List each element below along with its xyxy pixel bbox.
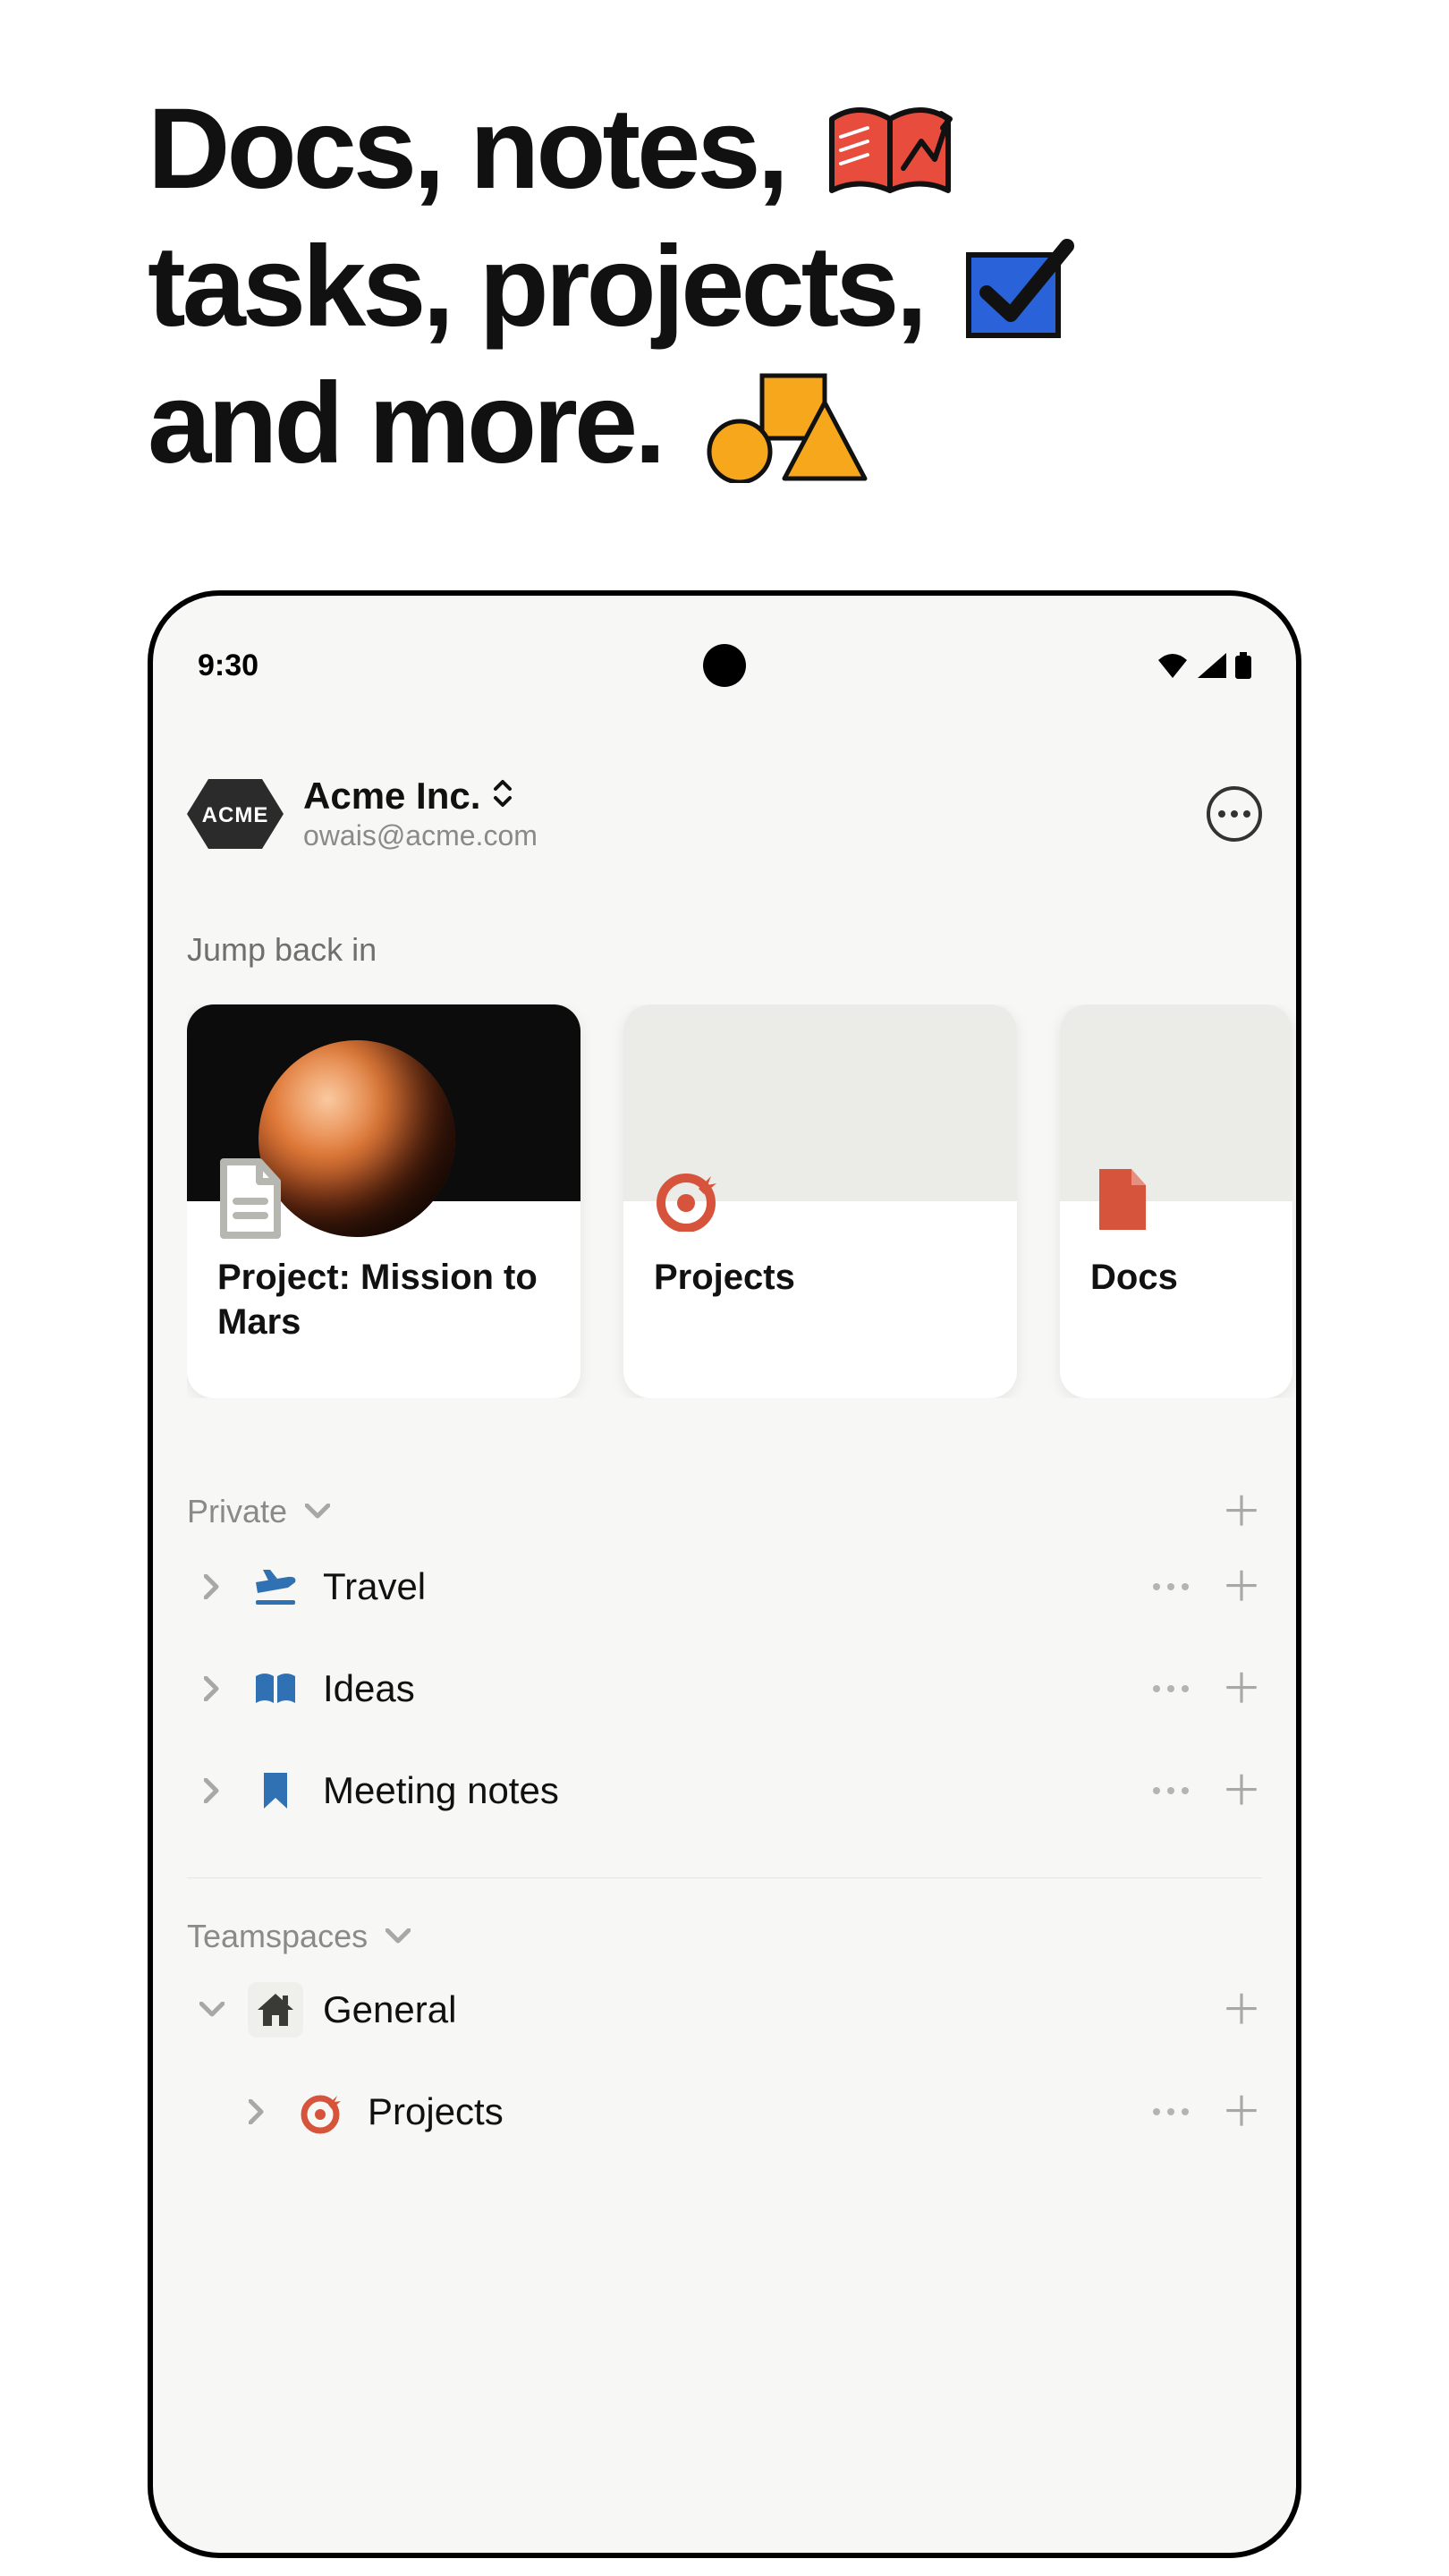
jump-back-in-cards: Project: Mission to Mars Projects — [187, 1004, 1296, 1398]
card-title: Docs — [1090, 1255, 1262, 1300]
chevron-down-icon — [301, 1496, 334, 1528]
section-divider — [187, 1877, 1262, 1878]
tree-item-label: General — [323, 1988, 456, 2031]
item-add-button[interactable]: ＋ — [1221, 1770, 1262, 1811]
home-icon — [248, 1982, 303, 2038]
target-icon — [650, 1164, 722, 1235]
jump-back-in-label: Jump back in — [187, 931, 1262, 969]
up-down-chevron-icon — [491, 775, 514, 818]
teamspaces-label: Teamspaces — [187, 1918, 368, 1955]
private-section-toggle[interactable]: Private — [187, 1493, 334, 1530]
workspace-header: ACME Acme Inc. owais@acme.com — [187, 775, 1262, 852]
workspace-name: Acme Inc. — [303, 775, 480, 818]
card-title: Projects — [654, 1255, 987, 1300]
shapes-icon — [691, 367, 869, 483]
chevron-right-icon[interactable] — [196, 1775, 228, 1807]
status-time: 9:30 — [198, 648, 258, 683]
item-more-button[interactable] — [1153, 1583, 1189, 1590]
workspace-email: owais@acme.com — [303, 819, 538, 852]
chevron-right-icon[interactable] — [241, 2096, 273, 2128]
more-menu-button[interactable] — [1207, 786, 1262, 842]
page-icon — [214, 1164, 285, 1235]
workspace-switcher[interactable]: Acme Inc. — [303, 775, 538, 818]
open-book-icon — [814, 92, 966, 208]
tree-item-label: Projects — [368, 2090, 504, 2133]
target-icon — [292, 2084, 348, 2140]
bookmark-icon — [248, 1763, 303, 1818]
tree-item-projects[interactable]: Projects ＋ — [187, 2061, 1262, 2163]
item-add-button[interactable]: ＋ — [1221, 1668, 1262, 1709]
jump-card-docs[interactable]: Docs — [1060, 1004, 1292, 1398]
document-icon — [1087, 1164, 1158, 1235]
item-more-button[interactable] — [1153, 1685, 1189, 1692]
item-add-button[interactable]: ＋ — [1221, 1989, 1262, 2030]
wifi-icon — [1157, 653, 1189, 678]
teamspaces-section-toggle[interactable]: Teamspaces — [187, 1918, 414, 1955]
add-private-page-button[interactable]: ＋ — [1221, 1491, 1262, 1532]
headline-text-3: and more. — [148, 360, 663, 487]
chevron-right-icon[interactable] — [196, 1571, 228, 1603]
card-title: Project: Mission to Mars — [217, 1255, 550, 1344]
item-more-button[interactable] — [1153, 1787, 1189, 1794]
cellular-icon — [1198, 653, 1226, 678]
chevron-down-icon[interactable] — [196, 1994, 228, 2026]
chevron-down-icon — [382, 1920, 414, 1953]
item-add-button[interactable]: ＋ — [1221, 1566, 1262, 1607]
jump-card-mission-to-mars[interactable]: Project: Mission to Mars — [187, 1004, 580, 1398]
headline-text-1: Docs, notes, — [148, 85, 785, 213]
chevron-right-icon[interactable] — [196, 1673, 228, 1705]
private-section: Private ＋ — [187, 1487, 1262, 2163]
tree-item-general[interactable]: General ＋ — [187, 1959, 1262, 2061]
phone-frame: 9:30 ACME — [148, 590, 1301, 2558]
workspace-badge[interactable]: ACME — [187, 779, 284, 849]
tree-item-label: Travel — [323, 1565, 426, 1608]
tree-item-travel[interactable]: Travel ＋ — [187, 1536, 1262, 1638]
checkmark-icon — [953, 230, 1078, 346]
marketing-headline: Docs, notes, tasks, projects, and more. — [148, 80, 1301, 493]
book-icon — [248, 1661, 303, 1716]
travel-icon — [248, 1559, 303, 1614]
battery-icon — [1235, 652, 1251, 679]
headline-text-2: tasks, projects, — [148, 223, 924, 351]
tree-item-meeting-notes[interactable]: Meeting notes ＋ — [187, 1740, 1262, 1842]
private-label: Private — [187, 1493, 287, 1530]
svg-text:ACME: ACME — [202, 803, 269, 827]
tree-item-label: Ideas — [323, 1667, 415, 1710]
status-bar: 9:30 — [153, 639, 1296, 692]
jump-card-projects[interactable]: Projects — [623, 1004, 1017, 1398]
tree-item-ideas[interactable]: Ideas ＋ — [187, 1638, 1262, 1740]
item-add-button[interactable]: ＋ — [1221, 2091, 1262, 2132]
tree-item-label: Meeting notes — [323, 1769, 559, 1812]
item-more-button[interactable] — [1153, 2108, 1189, 2115]
